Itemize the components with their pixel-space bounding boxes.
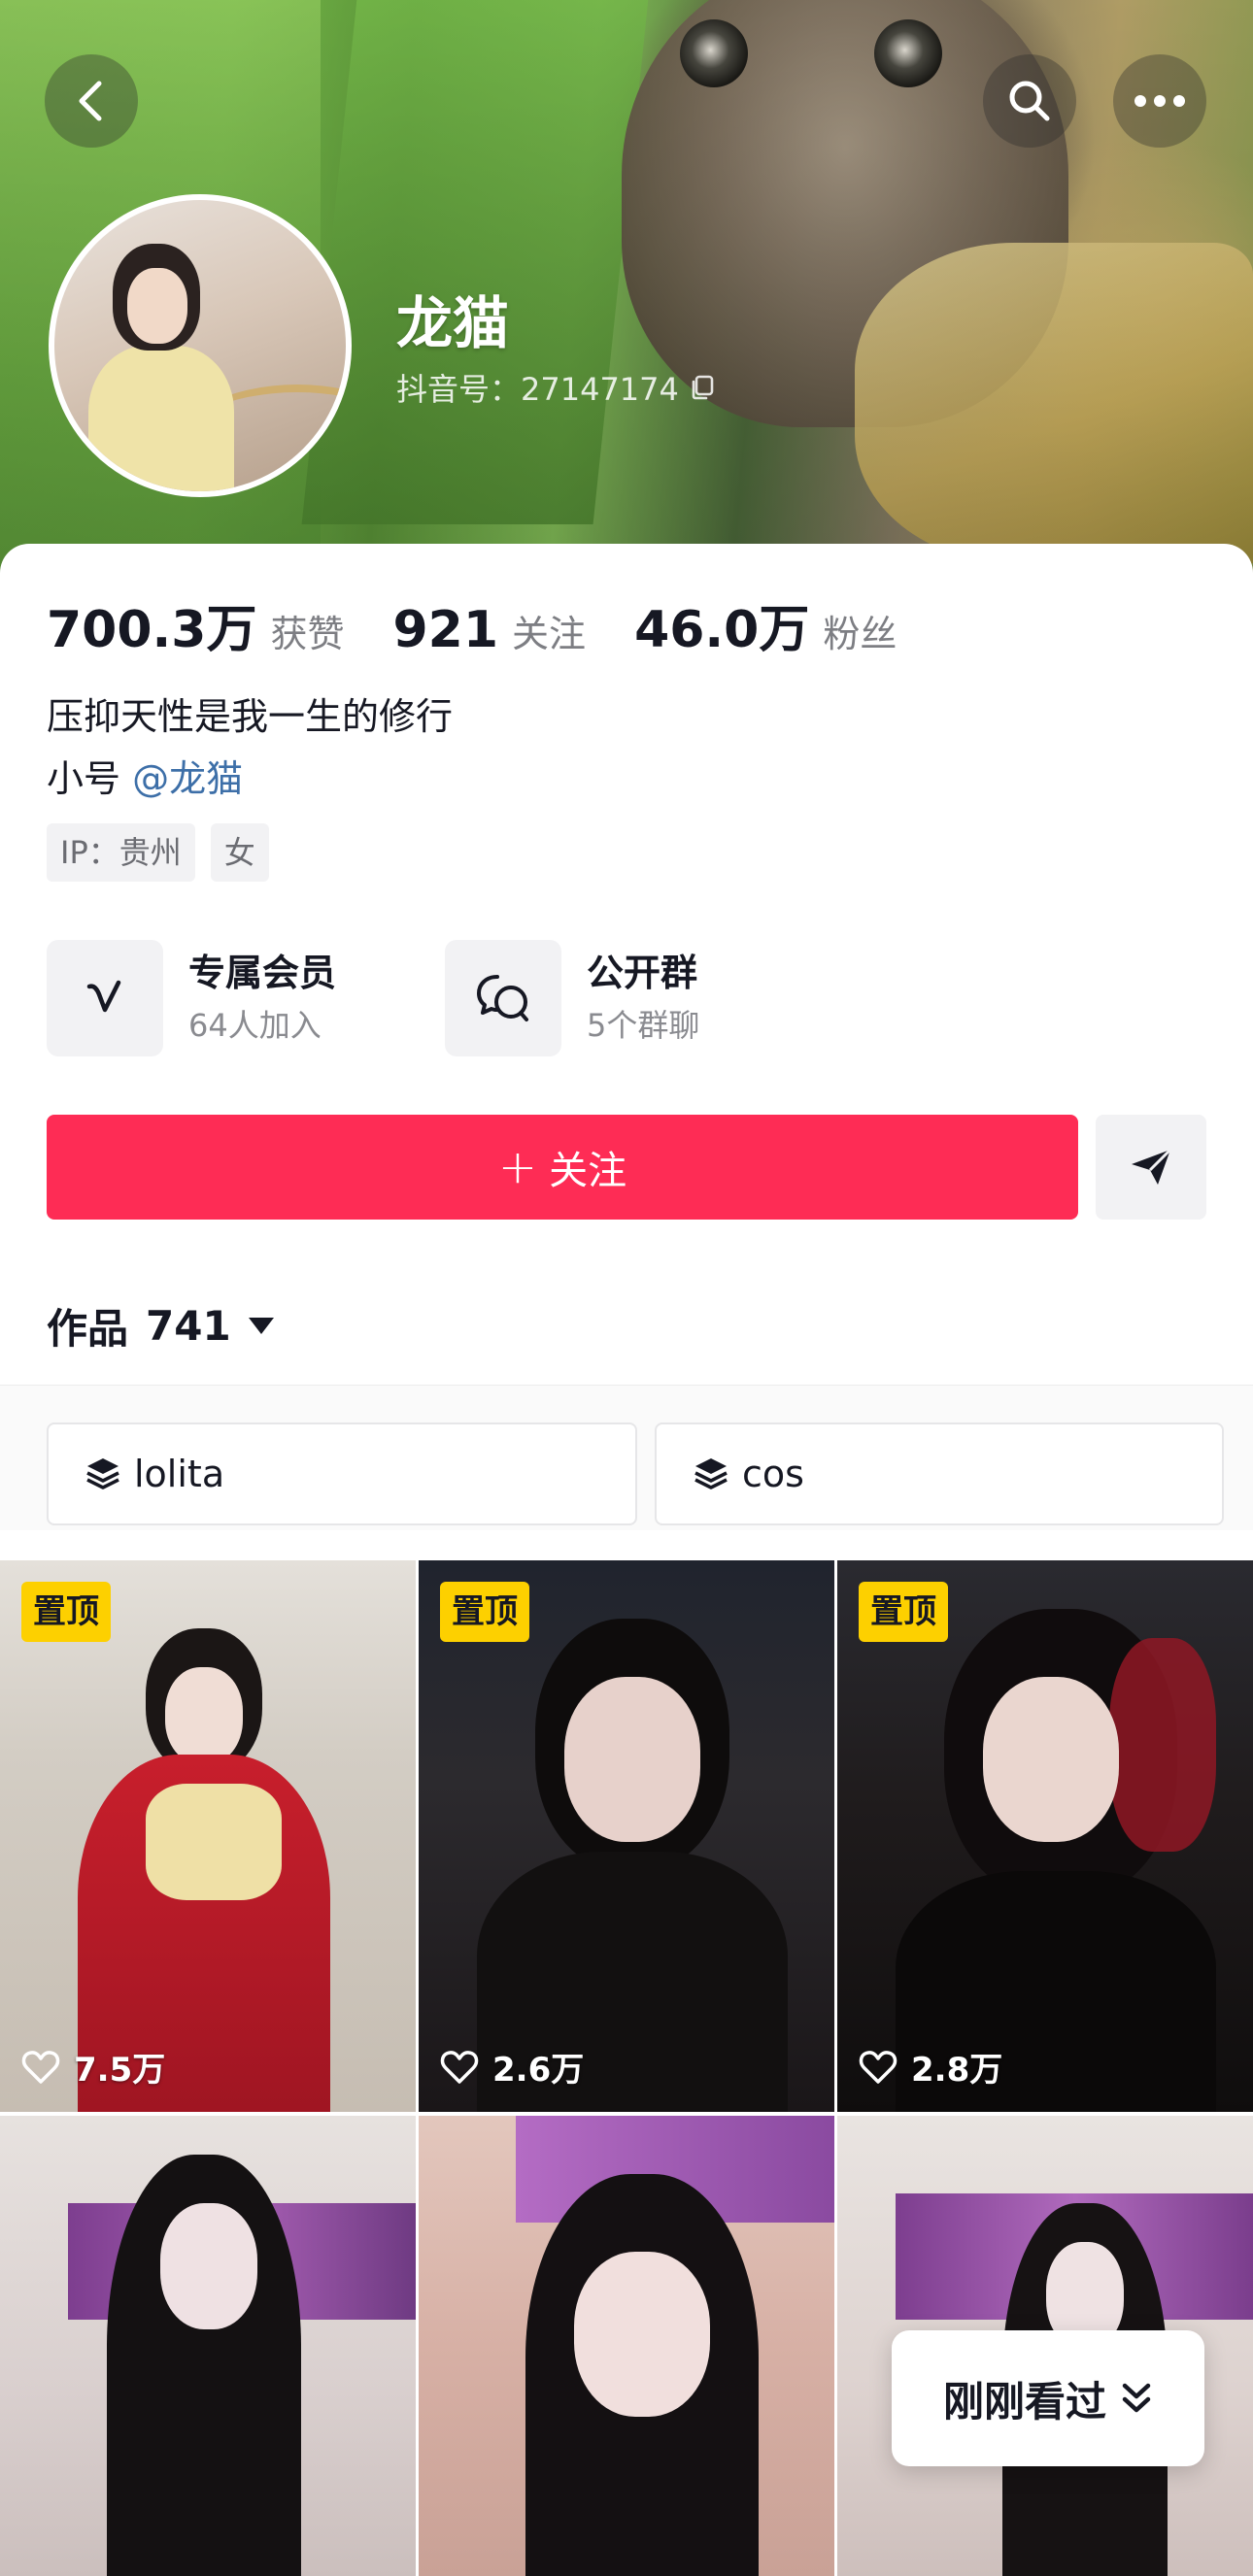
feature-title: 专属会员 [188, 952, 337, 994]
bio: 压抑天性是我一生的修行 小号 @龙猫 [47, 686, 453, 810]
works-count: 741 [146, 1302, 231, 1350]
collection-label: cos [742, 1453, 804, 1495]
copy-icon[interactable] [689, 374, 716, 401]
mention-link[interactable]: @龙猫 [132, 757, 243, 800]
more-icon [1134, 95, 1185, 107]
avatar[interactable] [49, 194, 352, 497]
feature-row: 专属会员 64人加入 公开群 5个群聊 [47, 940, 843, 1056]
bio-line: 压抑天性是我一生的修行 [47, 695, 454, 738]
feature-subtitle: 5个群聊 [587, 1007, 700, 1044]
profile-tags: IP：贵州 女 [47, 823, 269, 882]
follow-label: 关注 [549, 1149, 627, 1193]
video-thumbnail[interactable] [0, 2116, 416, 2576]
more-button[interactable] [1113, 54, 1206, 148]
stat-following[interactable]: 921 关注 [393, 601, 587, 659]
pinned-badge: 置顶 [21, 1582, 111, 1642]
heart-icon [859, 2050, 897, 2084]
stat-label: 获赞 [270, 613, 345, 655]
gender-tag: 女 [210, 823, 269, 882]
stack-icon [694, 1458, 728, 1489]
search-button[interactable] [983, 54, 1076, 148]
like-count-text: 2.6万 [492, 2051, 585, 2090]
pinned-badge: 置顶 [859, 1582, 948, 1642]
like-count: 7.5万 [21, 2043, 165, 2091]
feature-subtitle: 64人加入 [188, 1007, 322, 1044]
stat-value: 700.3万 [47, 601, 257, 659]
recently-viewed-label: 刚刚看过 [942, 2377, 1106, 2425]
exclusive-member-entry[interactable]: 专属会员 64人加入 [47, 940, 445, 1056]
collection-label: lolita [134, 1453, 225, 1495]
stat-likes[interactable]: 700.3万 获赞 [47, 588, 345, 661]
pinned-badge: 置顶 [440, 1582, 529, 1642]
send-message-button[interactable] [1096, 1115, 1206, 1220]
like-count: 2.6万 [440, 2043, 584, 2091]
stats-row: 700.3万 获赞 921 关注 46.0万 粉丝 [47, 588, 945, 661]
caret-down-icon [248, 1318, 274, 1334]
plus-icon: + [497, 1140, 538, 1194]
recently-viewed-button[interactable]: 刚刚看过 [892, 2330, 1204, 2466]
send-icon [1132, 1148, 1172, 1185]
public-group-entry[interactable]: 公开群 5个群聊 [445, 940, 843, 1056]
feature-title: 公开群 [587, 952, 698, 994]
tab-works[interactable]: 作品 741 [47, 1296, 274, 1355]
bio-prefix: 小号 [47, 757, 133, 800]
stat-value: 921 [392, 601, 499, 659]
like-count: 2.8万 [859, 2043, 1002, 2091]
back-button[interactable] [45, 54, 138, 148]
heart-icon [440, 2050, 479, 2084]
back-icon [79, 81, 102, 121]
v-member-icon [47, 940, 163, 1056]
bio-line: 小号 @龙猫 [47, 748, 453, 810]
video-thumbnail[interactable]: 置顶 7.5万 [0, 1560, 416, 2112]
video-thumbnail[interactable]: 置顶 2.8万 [837, 1560, 1253, 2112]
douyin-id-text: 抖音号：27147174 [396, 371, 679, 408]
stack-icon [86, 1458, 119, 1489]
group-chat-icon [445, 940, 561, 1056]
video-thumbnail[interactable] [419, 2116, 834, 2576]
stat-label: 粉丝 [823, 613, 897, 655]
collection-lolita[interactable]: lolita [47, 1422, 637, 1525]
works-label: 作品 [47, 1305, 129, 1353]
heart-icon [21, 2050, 60, 2084]
stat-value: 46.0万 [634, 601, 810, 659]
like-count-text: 2.8万 [911, 2051, 1003, 2090]
stat-followers[interactable]: 46.0万 粉丝 [634, 588, 897, 661]
ip-location-tag: IP：贵州 [47, 823, 195, 882]
collection-cos[interactable]: cos [655, 1422, 1224, 1525]
douyin-id[interactable]: 抖音号：27147174 [396, 365, 716, 410]
double-chevron-down-icon [1122, 2383, 1151, 2413]
search-icon [1009, 81, 1050, 121]
like-count-text: 7.5万 [74, 2051, 166, 2090]
stat-label: 关注 [512, 613, 587, 655]
collections-bar: lolita cos [0, 1385, 1253, 1530]
profile-name: 龙猫 [396, 290, 510, 356]
follow-button[interactable]: + 关注 [47, 1115, 1078, 1220]
video-thumbnail[interactable]: 置顶 2.6万 [419, 1560, 834, 2112]
